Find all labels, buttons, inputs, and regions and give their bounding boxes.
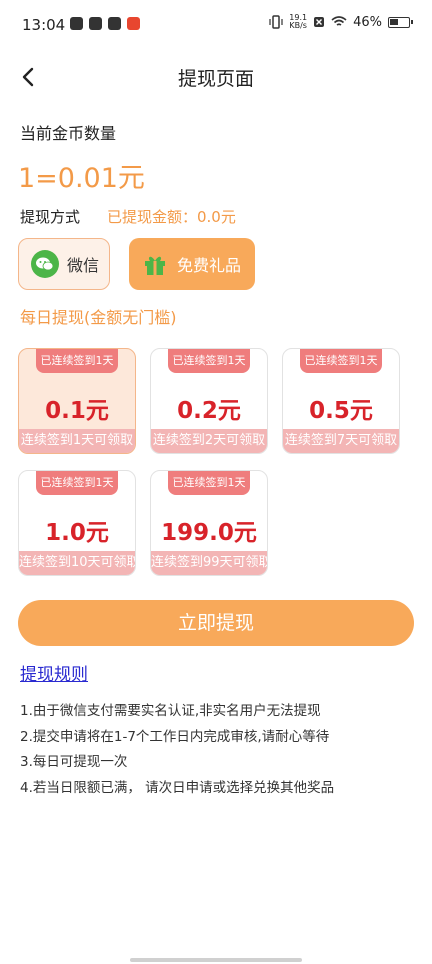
app-badge-icon — [127, 17, 140, 30]
rule-item: 4.若当日限额已满， 请次日申请或选择兑换其他奖品 — [20, 779, 335, 796]
gift-icon — [145, 256, 165, 275]
card-amount: 1.0元 — [45, 520, 109, 546]
amount-card[interactable]: 已连续签到1天 0.2元 连续签到2天可领取 — [150, 348, 268, 454]
amount-card[interactable]: 已连续签到1天 199.0元 连续签到99天可领取 — [150, 470, 268, 576]
rule-item: 1.由于微信支付需要实名认证,非实名用户无法提现 — [20, 703, 321, 719]
notification-icons — [70, 17, 140, 30]
card-badge: 已连续签到1天 — [300, 349, 382, 373]
withdraw-method-label: 提现方式 — [20, 208, 81, 226]
coins-label: 当前金币数量 — [20, 124, 117, 143]
card-badge: 已连续签到1天 — [36, 349, 118, 373]
card-amount: 0.5元 — [309, 398, 373, 424]
card-badge: 已连续签到1天 — [168, 471, 250, 495]
method-wechat-button[interactable]: 微信 — [18, 238, 110, 290]
network-speed: 19.1 KB/s — [289, 14, 307, 30]
wechat-icon — [31, 250, 59, 278]
vibrate-icon — [269, 15, 283, 29]
amount-card[interactable]: 已连续签到1天 1.0元 连续签到10天可领取 — [18, 470, 136, 576]
battery-percent: 46% — [353, 14, 382, 30]
method-gift-label: 免费礼品 — [177, 256, 242, 275]
page-title: 提现页面 — [177, 68, 254, 90]
daily-withdraw-label: 每日提现(金额无门槛) — [20, 308, 177, 327]
mail-icon — [70, 17, 83, 30]
card-footer: 连续签到2天可领取 — [151, 429, 267, 453]
withdrawn-amount: 已提现金额：0.0元 — [107, 208, 236, 226]
rules-list: 1.由于微信支付需要实名认证,非实名用户无法提现 2.提交申请将在1-7个工作日… — [20, 700, 334, 802]
link-icon — [108, 17, 121, 30]
status-bar: 13:04 19.1 KB/s 46% — [0, 0, 432, 50]
speed-unit: KB/s — [289, 21, 307, 30]
status-right: 19.1 KB/s 46% — [269, 14, 413, 30]
no-sim-icon — [314, 17, 325, 27]
nav-bar: 提现页面 — [0, 52, 432, 102]
amount-card[interactable]: 已连续签到1天 0.1元 连续签到1天可领取 — [18, 348, 136, 454]
card-amount: 0.1元 — [45, 398, 109, 424]
rule-item: 3.每日可提现一次 — [20, 754, 128, 770]
card-footer: 连续签到99天可领取 — [151, 551, 267, 575]
card-amount: 199.0元 — [161, 520, 257, 546]
withdraw-now-button[interactable]: 立即提现 — [18, 600, 414, 646]
battery-icon — [388, 16, 413, 28]
amount-card[interactable]: 已连续签到1天 0.5元 连续签到7天可领取 — [282, 348, 400, 454]
withdraw-rules-link[interactable]: 提现规则 — [20, 660, 88, 685]
card-footer: 连续签到10天可领取 — [19, 551, 135, 575]
status-time: 13:04 — [22, 16, 66, 34]
card-badge: 已连续签到1天 — [168, 349, 250, 373]
method-gift-button[interactable]: 免费礼品 — [129, 238, 255, 290]
card-footer: 连续签到7天可领取 — [283, 429, 399, 453]
exchange-rate: 1=0.01元 — [18, 163, 145, 194]
card-badge: 已连续签到1天 — [36, 471, 118, 495]
method-wechat-label: 微信 — [67, 256, 100, 275]
home-indicator[interactable] — [130, 958, 302, 962]
rule-item: 2.提交申请将在1-7个工作日内完成审核,请耐心等待 — [20, 728, 330, 745]
card-amount: 0.2元 — [177, 398, 241, 424]
wifi-icon — [331, 16, 347, 26]
app-icon — [89, 17, 102, 30]
card-footer: 连续签到1天可领取 — [19, 429, 135, 453]
